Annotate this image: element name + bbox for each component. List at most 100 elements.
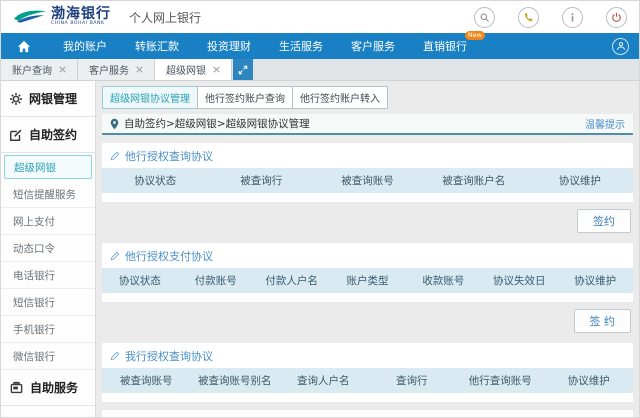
nav-menu-item-label: 转账汇款 [135,40,179,53]
atm-icon [9,381,24,395]
location-pin-icon [110,118,119,130]
sidebar-item-label: 网上支付 [13,215,55,228]
sidebar-item-self-service[interactable]: 自助服务 [1,370,95,406]
nav-menu-item-label: 投资理财 [207,40,251,53]
bank-logo-swoosh-icon [13,9,47,25]
main-panel: 超级网银协议管理 他行签约账户查询 他行签约账户转入 自助签约>超级网银>超级网… [96,81,639,417]
column-header: 协议维护 [567,375,610,387]
nav-menu-item[interactable]: 客户服务 [337,38,409,54]
table-header-row: 被查询账号 被查询账号别名 查询人户名 查询行 他行查询账号 协议维护 [102,368,633,393]
sidebar: 网银管理 自助签约 超级网银 短信提醒服务 网上支付 动态口令 电话银行 短信银… [1,81,96,417]
phone-icon[interactable] [518,6,539,28]
column-header: 他行查询账号 [468,375,532,387]
column-header: 协议状态 [134,175,177,187]
section-title: 我行授权查询协议 [125,350,213,363]
bank-name-en: CHINA BOHAI BANK [51,21,105,27]
sidebar-item-label: 动态口令 [13,242,55,255]
nav-menu-item-label: 我的账户 [63,40,107,53]
tab-close-icon[interactable] [136,66,143,73]
tab-close-icon[interactable] [213,66,220,73]
sign-agreement-button[interactable]: 签约 [577,209,631,233]
nav-menu-item-label: 生活服务 [279,40,323,53]
sidebar-item[interactable]: 动态口令 [1,235,95,262]
section-title: 他行授权支付协议 [125,250,213,263]
section-action-row: 签约 [102,202,633,235]
tips-link[interactable]: 温馨提示 [585,116,625,131]
sidebar-item[interactable]: 网上支付 [1,208,95,235]
bank-name: 渤海银行 [51,6,111,23]
column-header: 付款人户名 [265,275,318,287]
content-tab[interactable]: 超级网银协议管理 [102,86,198,109]
sidebar-item[interactable]: 短信提醒服务 [1,181,95,208]
sidebar-item[interactable]: 手机银行 [1,316,95,343]
content-tab-label: 他行签约账户查询 [205,94,285,105]
window-tab-label: 客户服务 [89,66,129,77]
content-tab[interactable]: 他行签约账户查询 [197,86,293,109]
table-header-row: 协议状态 付款账号 付款人户名 账户类型 收款账号 协议失效日 协议维护 [102,268,633,293]
section-title-row: 我行授权支付协议 [102,410,633,417]
breadcrumb: 自助签约>超级网银>超级网银协议管理 [124,118,310,130]
header-icon-group [474,6,627,28]
column-header: 协议维护 [558,175,601,187]
section-title-row: 他行授权支付协议 [102,243,633,268]
section-action-row: 签 约 [102,302,633,335]
column-header: 协议失效日 [492,275,546,287]
portal-title: 个人网上银行 [129,10,202,25]
info-icon[interactable] [562,6,583,28]
window-tab[interactable]: 超级网银 [155,59,232,80]
main-nav: 我的账户 转账汇款 投资理财 生活服务 客户服务 直销银行 New [1,31,639,59]
content-tab-label: 他行签约账户转入 [300,94,380,105]
window-tab[interactable]: 客户服务 [78,59,155,80]
section-other-bank-payment-agreement: 他行授权支付协议 协议状态 付款账号 付款人户名 账户类型 收款账号 协议失效日… [102,243,633,335]
sidebar-item-ebank-management[interactable]: 网银管理 [1,81,95,117]
sidebar-item-label: 短信提醒服务 [13,188,76,201]
nav-menu-item-label: 客户服务 [351,40,395,53]
logout-icon[interactable] [606,6,627,28]
window-tab[interactable]: 账户查询 [1,59,78,80]
new-badge: New [464,31,485,40]
user-icon[interactable] [612,37,629,55]
nav-menu-item[interactable]: 直销银行 New [409,31,485,54]
nav-menu-item[interactable]: 我的账户 [49,38,121,54]
bank-name-block: 渤海银行 CHINA BOHAI BANK [51,7,111,27]
column-header: 协议状态 [118,275,161,287]
nav-menu-item-label: 直销银行 [423,40,467,53]
content-tab-bar: 超级网银协议管理 他行签约账户查询 他行签约账户转入 [102,86,633,109]
home-icon[interactable] [1,40,49,53]
sidebar-item-self-signing[interactable]: 自助签约 [1,117,95,153]
sign-agreement-button[interactable]: 签 约 [573,309,631,333]
column-header: 收款账号 [422,275,465,287]
window-tab-label: 账户查询 [12,66,52,77]
content-tab[interactable]: 他行签约账户转入 [292,86,388,109]
column-header: 查询行 [396,375,428,387]
nav-menu-item[interactable]: 转账汇款 [121,38,193,54]
sidebar-item[interactable]: 微信银行 [1,343,95,370]
section-our-bank-query-agreement: 我行授权查询协议 被查询账号 被查询账号别名 查询人户名 查询行 他行查询账号 [102,343,633,402]
empty-table-body [102,393,633,402]
nav-menu-item[interactable]: 生活服务 [265,38,337,54]
column-header: 协议维护 [574,275,617,287]
column-header: 被查询账户名 [442,175,506,187]
empty-table-body [102,193,633,202]
sidebar-item-label: 手机银行 [13,323,55,336]
column-header: 被查询账号 [341,175,394,187]
pencil-icon [110,251,120,261]
section-other-bank-query-agreement: 他行授权查询协议 协议状态 被查询行 被查询账号 被查询账户名 协议维护 签约 [102,143,633,235]
sidebar-item-label: 超级网银 [14,161,56,174]
column-header: 查询人户名 [297,375,350,387]
edit-pen-icon [9,128,23,142]
sidebar-item[interactable]: 电话银行 [1,262,95,289]
sidebar-item[interactable]: 短信银行 [1,289,95,316]
tab-close-icon[interactable] [59,66,66,73]
section-title: 他行授权查询协议 [125,150,213,163]
header: 渤海银行 CHINA BOHAI BANK 个人网上银行 [1,1,639,33]
table-header-row: 协议状态 被查询行 被查询账号 被查询账户名 协议维护 [102,168,633,193]
sidebar-item[interactable]: 超级网银 [4,155,92,179]
search-icon[interactable] [474,6,495,28]
banking-app-window: 渤海银行 CHINA BOHAI BANK 个人网上银行 我的账户 转账汇款 投… [0,0,640,418]
sidebar-item-label: 电话银行 [13,269,55,282]
column-header: 被查询行 [240,175,283,187]
nav-menu-item[interactable]: 投资理财 [193,38,265,54]
bank-logo: 渤海银行 CHINA BOHAI BANK [13,7,111,27]
fullscreen-toggle-icon[interactable] [233,59,253,80]
